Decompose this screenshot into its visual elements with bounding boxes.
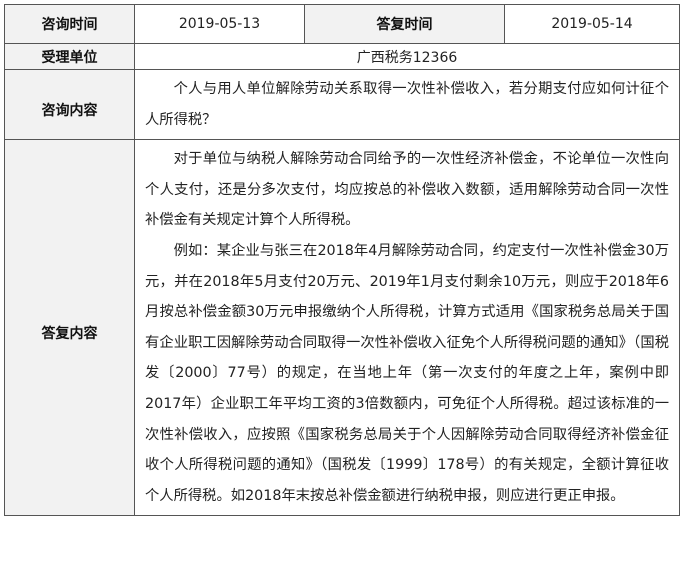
- answer-paragraph-1: 对于单位与纳税人解除劳动合同给予的一次性经济补偿金，不论单位一次性向个人支付，还…: [145, 151, 669, 229]
- question-cell: 个人与用人单位解除劳动关系取得一次性补偿收入，若分期支付应如何计征个人所得税？: [134, 68, 680, 141]
- answer-paragraph-2: 例如：某企业与张三在2018年4月解除劳动合同，约定支付一次性补偿金30万元，并…: [145, 242, 669, 504]
- unit-row: 受理单位 广西税务12366: [4, 43, 680, 70]
- answer-row: 答复内容 对于单位与纳税人解除劳动合同给予的一次性经济补偿金，不论单位一次性向个…: [4, 139, 680, 517]
- unit-label: 受理单位: [4, 43, 135, 70]
- question-label: 咨询内容: [4, 68, 135, 141]
- unit-value: 广西税务12366: [134, 43, 680, 70]
- consult-time-value: 2019-05-13: [134, 4, 305, 44]
- reply-time-value: 2019-05-14: [504, 4, 680, 44]
- question-row: 咨询内容 个人与用人单位解除劳动关系取得一次性补偿收入，若分期支付应如何计征个人…: [4, 68, 680, 141]
- answer-cell: 对于单位与纳税人解除劳动合同给予的一次性经济补偿金，不论单位一次性向个人支付，还…: [134, 139, 680, 517]
- answer-label: 答复内容: [4, 139, 135, 517]
- qa-table: 咨询时间 2019-05-13 答复时间 2019-05-14 受理单位 广西税…: [4, 4, 680, 517]
- reply-time-label: 答复时间: [304, 4, 505, 44]
- time-row: 咨询时间 2019-05-13 答复时间 2019-05-14: [4, 4, 680, 44]
- consult-time-label: 咨询时间: [4, 4, 135, 44]
- question-text: 个人与用人单位解除劳动关系取得一次性补偿收入，若分期支付应如何计征个人所得税？: [145, 81, 669, 128]
